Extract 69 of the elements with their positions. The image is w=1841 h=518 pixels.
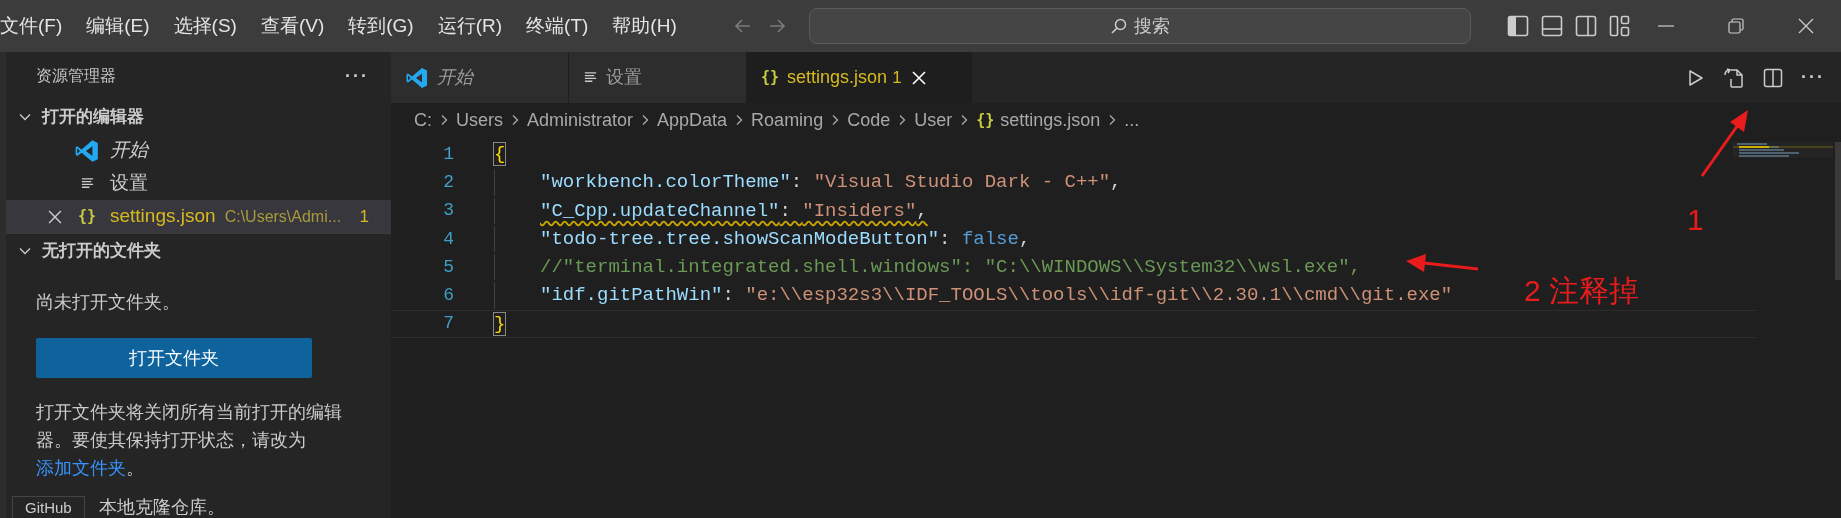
open-editor-item[interactable]: 设置 — [6, 167, 391, 200]
line-number: 3 — [442, 199, 454, 223]
breadcrumb-item[interactable]: Code — [847, 106, 891, 134]
logo-icon — [74, 137, 100, 164]
tooltip: GitHub — [12, 496, 85, 518]
sidebar-title: 资源管理器 — [36, 66, 116, 86]
section-header[interactable]: 无打开的文件夹 — [42, 237, 161, 264]
open-file-icon[interactable] — [1723, 66, 1745, 89]
code-text: "workbench.colorTheme": "Visual Studio Dark - C++", — [540, 170, 1122, 196]
sidebar-layout-icon[interactable] — [1507, 15, 1529, 37]
restore-icon[interactable] — [1728, 18, 1744, 34]
customize-layout-icon[interactable] — [1609, 15, 1631, 37]
menu-item[interactable]: 转到(G) — [348, 11, 414, 41]
breadcrumb-item[interactable]: Administrator — [527, 106, 634, 134]
open-folder-button[interactable]: 打开文件夹 — [36, 338, 312, 378]
code-text: "todo-tree.tree.showScanModeButton": false, — [540, 226, 1031, 252]
open-editor-item[interactable]: 开始 — [6, 134, 391, 167]
line-number: 4 — [442, 227, 454, 251]
search-icon — [1109, 17, 1128, 35]
menu-item[interactable]: 文件(F) — [0, 11, 63, 41]
split-layout-icon[interactable] — [1575, 15, 1597, 37]
more-button[interactable]: ··· — [1801, 64, 1825, 91]
line-number: 2 — [442, 170, 454, 194]
breadcrumb-item[interactable]: Users — [456, 106, 503, 134]
braces-icon: {} — [976, 108, 995, 132]
breadcrumb-item[interactable]: settings.json — [1000, 106, 1101, 134]
menu-item[interactable]: 查看(V) — [260, 11, 325, 41]
section-header[interactable]: 打开的编辑器 — [42, 104, 144, 130]
lines-icon — [583, 70, 598, 85]
code-text: { — [494, 141, 506, 167]
close-icon[interactable] — [48, 209, 62, 224]
close-icon[interactable] — [1798, 18, 1814, 34]
code-text: "idf.gitPathWin": "e:\\esp32s3\\IDF_TOOLS\\tools\\idf-git\\2.30.1\\cmd\\git.exe" — [540, 283, 1453, 309]
editor-tab[interactable]: 开始 — [391, 52, 569, 103]
logo-icon — [405, 65, 429, 90]
breadcrumb-item[interactable]: C: — [414, 106, 432, 134]
line-number: 5 — [442, 255, 454, 279]
breadcrumb-item[interactable]: ... — [1124, 106, 1140, 134]
code-text: } — [494, 311, 506, 337]
open-editor-item[interactable]: {} settings.json C:\Users\Admi... 1 — [6, 200, 391, 233]
menu-item[interactable]: 终端(T) — [526, 11, 589, 41]
breadcrumb-item[interactable]: AppData — [657, 106, 728, 134]
code-text: "C_Cpp.updateChannel": "Insiders", — [540, 198, 928, 224]
split-editor-icon[interactable] — [1763, 67, 1783, 88]
annotation-label: 2 注释掉 — [1524, 273, 1640, 309]
run-icon[interactable] — [1687, 68, 1705, 87]
annotation-label: 1 — [1687, 202, 1704, 238]
line-number: 1 — [442, 142, 454, 166]
menu-item[interactable]: 选择(S) — [173, 11, 237, 41]
breadcrumb-item[interactable]: Roaming — [751, 106, 824, 134]
line-number: 6 — [442, 284, 454, 308]
line-number: 7 — [442, 312, 454, 336]
panel-layout-icon[interactable] — [1541, 15, 1563, 37]
editor-tab[interactable]: 设置 — [569, 52, 747, 103]
breadcrumb-item[interactable]: User — [914, 106, 953, 134]
editor-tab[interactable]: {} settings.json 1 — [747, 52, 972, 103]
braces-icon: {} — [77, 205, 97, 228]
more-button[interactable]: ··· — [345, 62, 369, 90]
braces-icon: {} — [761, 66, 780, 89]
menu-item[interactable]: 运行(R) — [437, 11, 503, 41]
add-folder-link[interactable]: 添加文件夹 — [36, 458, 126, 478]
lines-icon — [79, 176, 95, 191]
clone-text: 本地克隆仓库。 — [99, 496, 225, 518]
code-text: //"terminal.integrated.shell.windows": "C:\\WINDOWS\\System32\\wsl.exe", — [540, 255, 1361, 281]
menu-item[interactable]: 编辑(E) — [86, 11, 150, 41]
empty-message: 尚未打开文件夹。 — [36, 291, 181, 314]
menu-item[interactable]: 帮助(H) — [612, 11, 677, 41]
search-field[interactable]: 搜索 — [808, 8, 1471, 44]
info-paragraph: 打开文件夹将关闭所有当前打开的编辑器。要使其保持打开状态，请改为 添加文件夹。 — [36, 401, 343, 480]
